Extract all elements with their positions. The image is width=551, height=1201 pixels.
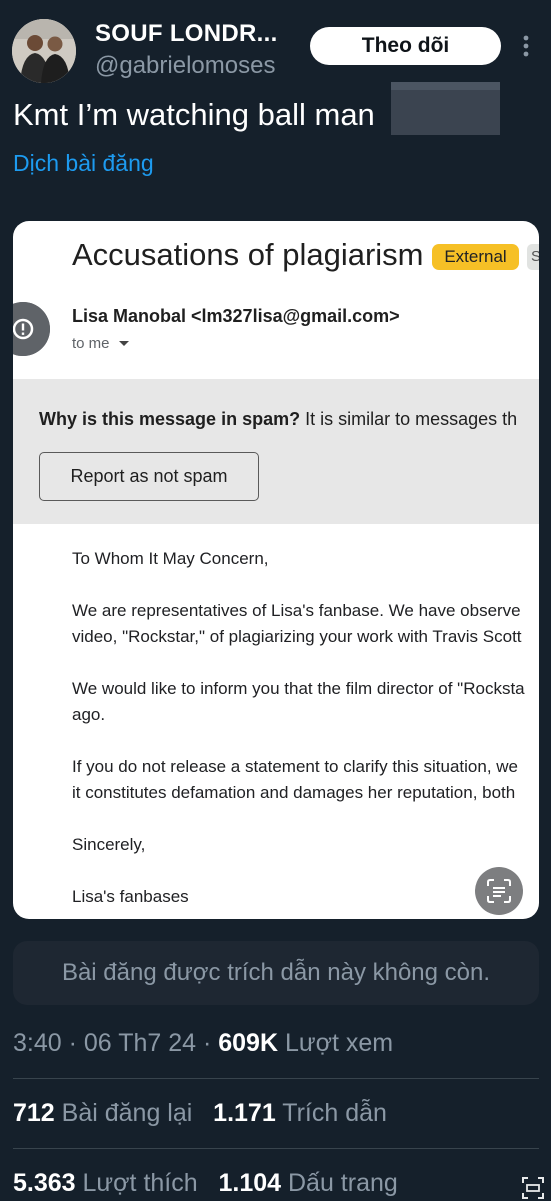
screenshot-scan-icon[interactable] xyxy=(522,1177,544,1199)
bookmarks-label: Dấu trang xyxy=(288,1169,398,1197)
email-body-line: video, "Rockstar," of plagiarizing your … xyxy=(72,627,522,646)
post-meta: 3:40 · 06 Th7 24 · 609K Lượt xem xyxy=(13,1029,394,1057)
email-body-line: Lisa's fanbases xyxy=(72,887,189,906)
post-date[interactable]: 06 Th7 24 xyxy=(84,1029,196,1057)
image-scan-button[interactable] xyxy=(475,867,523,915)
tweet-text: Kmt I’m watching ball man xyxy=(13,97,375,132)
external-badge: External xyxy=(432,244,519,270)
author-avatar[interactable] xyxy=(12,19,76,83)
spam-explanation: Why is this message in spam? It is simil… xyxy=(39,409,517,430)
redacted-emoji xyxy=(391,82,500,135)
views-count: 609K xyxy=(218,1029,279,1057)
email-body-line: We are representatives of Lisa's fanbase… xyxy=(72,601,521,620)
quoted-post-unavailable: Bài đăng được trích dẫn này không còn. xyxy=(13,941,539,1005)
views-label: Lượt xem xyxy=(284,1029,394,1057)
post-time[interactable]: 3:40 xyxy=(13,1029,62,1057)
alert-icon xyxy=(13,302,50,356)
email-sender: Lisa Manobal <lm327lisa@gmail.com> xyxy=(72,306,400,326)
bookmarks-count: 1.104 xyxy=(218,1169,282,1197)
reposts-stat[interactable]: 712 Bài đăng lại xyxy=(13,1099,192,1127)
translate-post-link[interactable]: Dịch bài đăng xyxy=(13,150,154,177)
post-header: SOUF LONDR... @gabrielomoses Theo dõi xyxy=(0,0,551,90)
author-name[interactable]: SOUF LONDR... xyxy=(95,20,278,48)
spam-question: Why is this message in spam? xyxy=(39,409,301,429)
label-badge: S xyxy=(527,244,539,270)
quotes-label: Trích dẫn xyxy=(282,1099,387,1127)
quotes-count: 1.171 xyxy=(213,1099,276,1127)
email-body-line: it constitutes defamation and damages he… xyxy=(72,783,516,802)
follow-button[interactable]: Theo dõi xyxy=(310,27,501,65)
more-options-icon[interactable] xyxy=(518,34,534,58)
likes-label: Lượt thích xyxy=(82,1169,198,1197)
attached-image[interactable]: Accusations of plagiarism External S Lis… xyxy=(13,221,539,919)
quotes-stat[interactable]: 1.171 Trích dẫn xyxy=(213,1099,387,1127)
recipient-label: to me xyxy=(72,335,110,352)
engagement-row-1: 712 Bài đăng lại 1.171 Trích dẫn xyxy=(13,1099,387,1128)
email-body-line: To Whom It May Concern, xyxy=(72,549,269,568)
divider xyxy=(13,1078,539,1079)
reposts-label: Bài đăng lại xyxy=(61,1099,193,1127)
report-not-spam-button: Report as not spam xyxy=(39,452,259,501)
text-scan-icon xyxy=(487,879,511,903)
spam-reason: It is similar to messages th xyxy=(300,409,518,429)
bookmarks-stat[interactable]: 1.104 Dấu trang xyxy=(218,1169,397,1197)
email-body-line: We would like to inform you that the fil… xyxy=(72,679,525,698)
email-recipient: to me xyxy=(72,335,130,352)
reposts-count: 712 xyxy=(13,1099,55,1127)
chevron-down-icon xyxy=(118,341,129,347)
email-body-line: Sincerely, xyxy=(72,835,146,854)
spam-warning: Why is this message in spam? It is simil… xyxy=(13,379,539,524)
divider xyxy=(13,1148,539,1149)
likes-stat[interactable]: 5.363 Lượt thích xyxy=(13,1169,198,1197)
likes-count: 5.363 xyxy=(13,1169,76,1197)
email-body-line: If you do not release a statement to cla… xyxy=(72,757,519,776)
engagement-row-2: 5.363 Lượt thích 1.104 Dấu trang xyxy=(13,1169,398,1198)
email-body-line: ago. xyxy=(72,705,106,724)
author-handle[interactable]: @gabrielomoses xyxy=(95,52,275,80)
email-subject: Accusations of plagiarism xyxy=(72,237,424,272)
